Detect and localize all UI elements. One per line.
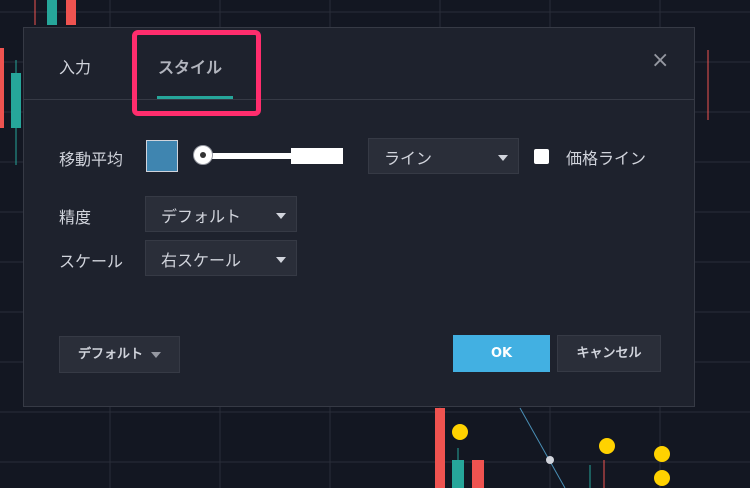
precision-value: デフォルト (161, 207, 242, 226)
precision-label: 精度 (59, 208, 92, 227)
precision-select[interactable]: デフォルト (145, 196, 297, 232)
close-icon[interactable]: × (651, 48, 669, 73)
tabs-bar: 入力 スタイル × (24, 28, 694, 116)
line-style-value: ライン (384, 149, 433, 168)
caret-down-icon (151, 351, 161, 358)
ok-button[interactable]: OK (453, 335, 550, 372)
tab-input[interactable]: 入力 (59, 54, 91, 78)
cancel-button[interactable]: キャンセル (557, 335, 661, 372)
caret-down-icon (498, 155, 508, 161)
price-line-checkbox[interactable] (534, 149, 549, 164)
line-style-select[interactable]: ライン (368, 138, 519, 174)
tab-highlight-annotation (132, 30, 261, 116)
caret-down-icon (276, 257, 286, 263)
defaults-button[interactable]: デフォルト (59, 336, 180, 373)
color-swatch[interactable] (146, 140, 178, 172)
chart-markers (452, 424, 670, 486)
moving-average-label: 移動平均 (59, 150, 124, 169)
scale-select[interactable]: 右スケール (145, 240, 297, 276)
line-width-slider[interactable] (193, 145, 343, 167)
indicator-settings-dialog: 入力 スタイル × 移動平均 ライン 価格ライン 精度 デフォルト スケール 右… (23, 27, 695, 407)
slider-knob-icon[interactable] (193, 145, 213, 165)
caret-down-icon (276, 213, 286, 219)
slider-thick-segment (291, 148, 343, 164)
scale-value: 右スケール (161, 251, 242, 270)
price-line-label: 価格ライン (566, 149, 647, 168)
scale-label: スケール (59, 252, 124, 271)
defaults-button-label: デフォルト (77, 347, 143, 362)
